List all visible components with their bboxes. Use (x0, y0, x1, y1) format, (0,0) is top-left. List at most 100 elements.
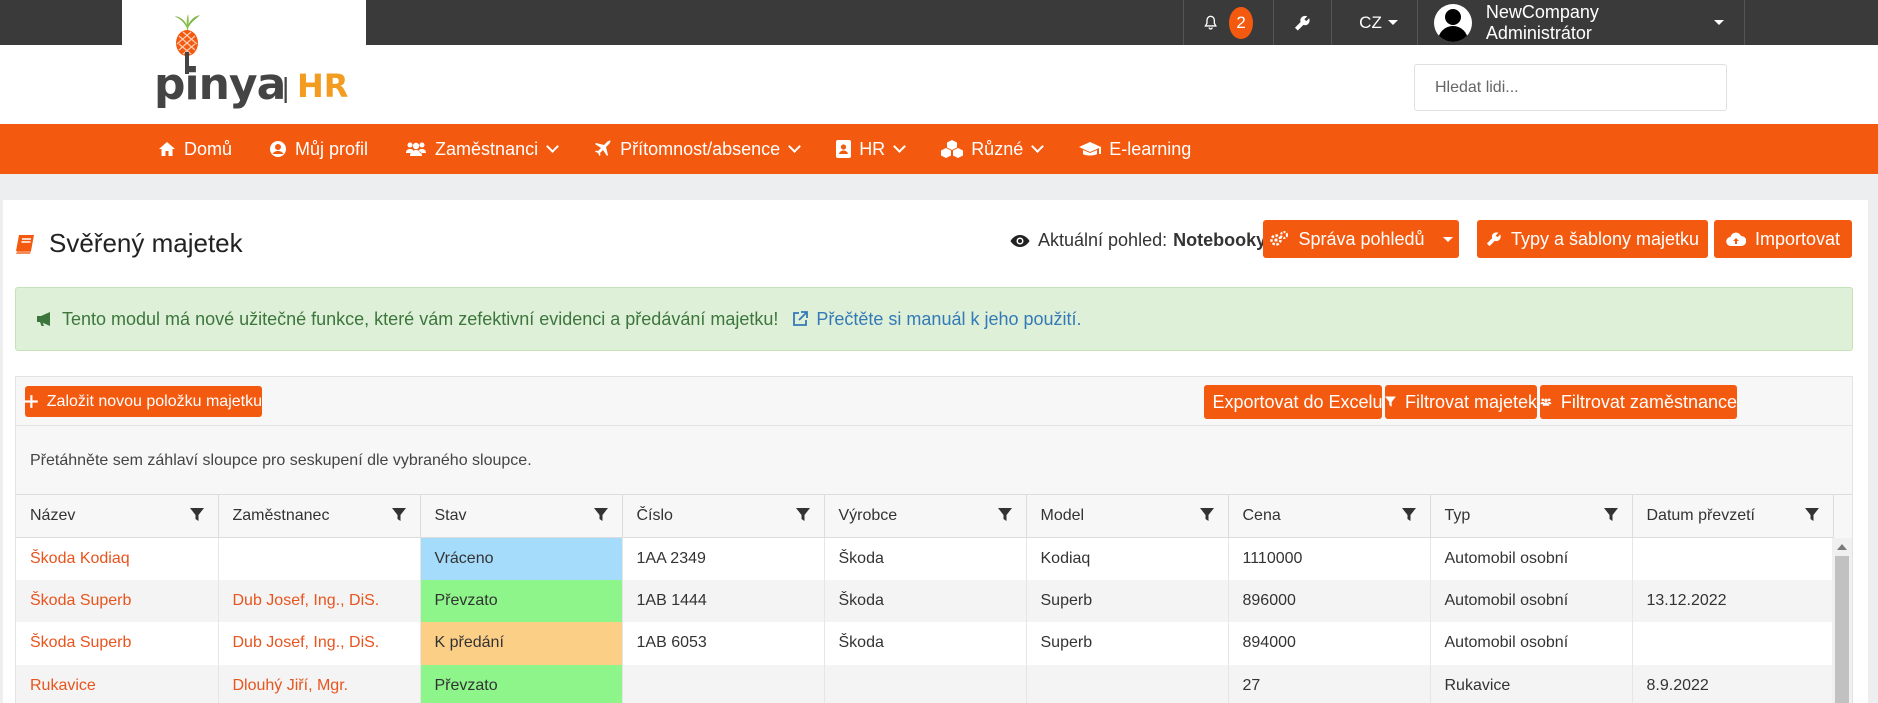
nav-item-profile[interactable]: Můj profil (269, 139, 368, 160)
table-cell (1632, 622, 1834, 665)
table-cell: 1AB 6053 (622, 622, 825, 665)
import-button[interactable]: Importovat (1714, 220, 1852, 258)
language-selector[interactable]: CZ (1331, 0, 1417, 45)
filter-icon[interactable] (593, 508, 608, 522)
filter-icon[interactable] (1804, 508, 1819, 522)
cubes-icon (941, 140, 964, 158)
group-drop-zone[interactable]: Přetáhněte sem záhlaví sloupce pro sesku… (30, 452, 532, 470)
table-cell: 13.12.2022 (1632, 579, 1834, 622)
table-cell: 894000 (1228, 622, 1431, 665)
table-cell: 1AA 2349 (622, 537, 825, 580)
nav-item-home[interactable]: Domů (158, 139, 232, 160)
table-cell: Automobil osobní (1430, 579, 1633, 622)
asset-name-link[interactable]: Škoda Kodiaq (16, 537, 219, 580)
table-cell: 1AB 1444 (622, 579, 825, 622)
employee-link[interactable]: Dub Josef, Ing., DiS. (218, 622, 421, 665)
column-header-status[interactable]: Stav (420, 495, 623, 538)
manage-views-button[interactable]: Správa pohledů (1263, 220, 1459, 258)
table-cell (622, 664, 825, 703)
alert-text: Tento modul má nové užitečné funkce, kte… (62, 308, 779, 329)
table-cell: Škoda (824, 537, 1027, 580)
content-panel: Svěřený majetek Aktuální pohled: Noteboo… (3, 200, 1868, 703)
vertical-scrollbar[interactable] (1832, 538, 1852, 703)
main-nav: Domů Můj profil Zaměstnanci Přítomnost/a… (0, 124, 1878, 174)
employee-link[interactable] (218, 537, 421, 580)
notifications-button[interactable]: 2 (1183, 0, 1273, 45)
table-cell: Automobil osobní (1430, 622, 1633, 665)
nav-label: Zaměstnanci (435, 138, 539, 159)
search-input[interactable] (1414, 64, 1727, 111)
info-alert: Tento modul má nové užitečné funkce, kte… (15, 287, 1853, 351)
nav-item-misc[interactable]: Různé (941, 138, 1045, 160)
nav-label: Můj profil (295, 138, 369, 159)
filter-icon[interactable] (1401, 508, 1416, 522)
scrollbar-thumb[interactable] (1835, 556, 1849, 703)
manual-link[interactable]: Přečtěte si manuál k jeho použití. (792, 308, 1082, 330)
filter-icon[interactable] (1199, 508, 1214, 522)
filter-icon[interactable] (189, 508, 204, 522)
chevron-down-icon (546, 140, 559, 153)
avatar (1434, 3, 1472, 42)
column-header-type[interactable]: Typ (1430, 495, 1633, 538)
filter-employees-label: Filtrovat zaměstnance (1560, 391, 1737, 412)
asset-types-button[interactable]: Typy a šablony majetku (1477, 220, 1708, 258)
nav-label: Domů (184, 138, 233, 159)
column-header-model[interactable]: Model (1026, 495, 1229, 538)
table-cell: Škoda (824, 622, 1027, 665)
asset-grid: Založit novou položku majetku Exportovat… (15, 376, 1853, 703)
table-cell (824, 664, 1027, 703)
nav-item-hr[interactable]: HR (836, 139, 907, 160)
table-row[interactable]: Škoda Superb Dub Josef, Ing., DiS. Převz… (16, 579, 1834, 622)
chevron-down-icon (1714, 20, 1724, 25)
eye-icon (1010, 234, 1030, 247)
top-right-menu: 2 CZ NewCompany Administrátor (1183, 0, 1745, 45)
bullhorn-icon (37, 312, 50, 326)
filter-icon[interactable] (391, 508, 406, 522)
export-excel-button[interactable]: Exportovat do Excelu (1204, 385, 1383, 419)
scroll-up-arrow-icon[interactable] (1837, 544, 1847, 550)
column-header-number[interactable]: Číslo (622, 495, 825, 538)
table-row[interactable]: Škoda Kodiaq Vráceno 1AA 2349 Škoda Kodi… (16, 537, 1834, 580)
asset-name-link[interactable]: Škoda Superb (16, 579, 219, 622)
table-cell: 27 (1228, 664, 1431, 703)
table-row[interactable]: Rukavice Dlouhý Jiří, Mgr. Převzato 27 R… (16, 664, 1834, 703)
nav-item-attendance[interactable]: Přítomnost/absence (594, 139, 802, 160)
column-header-date[interactable]: Datum převzetí (1632, 495, 1834, 538)
employee-link[interactable]: Dub Josef, Ing., DiS. (218, 579, 421, 622)
employee-link[interactable]: Dlouhý Jiří, Mgr. (218, 664, 421, 703)
user-circle-icon (270, 141, 287, 157)
new-asset-button[interactable]: Založit novou položku majetku (25, 386, 262, 417)
asset-table: Název Zaměstnanec Stav Číslo Výrobce Mod… (16, 495, 1834, 703)
id-badge-icon (836, 140, 852, 158)
filter-icon[interactable] (997, 508, 1012, 522)
nav-item-employees[interactable]: Zaměstnanci (405, 138, 559, 160)
manual-link-label: Přečtěte si manuál k jeho použití. (816, 308, 1082, 329)
filter-icon[interactable] (795, 508, 810, 522)
import-label: Importovat (1754, 228, 1841, 249)
logo-name: pinya (154, 59, 286, 110)
user-menu[interactable]: NewCompany Administrátor (1417, 0, 1745, 45)
column-header-employee[interactable]: Zaměstnanec (218, 495, 421, 538)
settings-button[interactable] (1273, 0, 1331, 45)
column-header-manufacturer[interactable]: Výrobce (824, 495, 1027, 538)
asset-name-link[interactable]: Rukavice (16, 664, 219, 703)
pinya-logo[interactable]: pinya | HR (154, 14, 364, 110)
column-header-name[interactable]: Název (16, 495, 219, 538)
manage-views-label: Správa pohledů (1298, 228, 1425, 249)
filter-employees-button[interactable]: Filtrovat zaměstnance (1540, 385, 1737, 419)
nav-label: Různé (971, 138, 1024, 159)
table-row[interactable]: Škoda Superb Dub Josef, Ing., DiS. K pře… (16, 622, 1834, 665)
asset-name-link[interactable]: Škoda Superb (16, 622, 219, 665)
filter-assets-button[interactable]: Filtrovat majetek (1385, 385, 1537, 419)
home-icon (159, 142, 175, 156)
logo-separator: | (282, 72, 290, 103)
table-cell (1026, 664, 1229, 703)
table-cell: 896000 (1228, 579, 1431, 622)
table-cell: Superb (1026, 622, 1229, 665)
nav-item-elearning[interactable]: E-learning (1079, 139, 1191, 160)
gears-icon (1270, 231, 1289, 246)
filter-icon[interactable] (1603, 508, 1618, 522)
users-icon (406, 142, 427, 156)
divider (16, 425, 1852, 426)
column-header-price[interactable]: Cena (1228, 495, 1431, 538)
